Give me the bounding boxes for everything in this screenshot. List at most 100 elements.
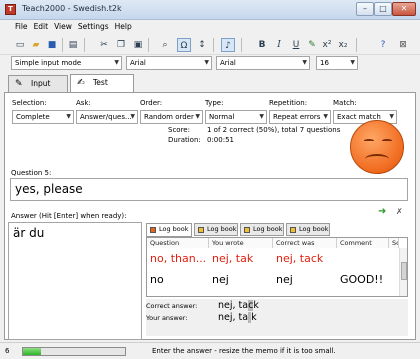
chevron-down-icon: ▼	[350, 59, 355, 66]
font-size-value: 16	[320, 59, 329, 67]
face-right-eye	[382, 139, 392, 142]
logbook-color-square	[244, 227, 250, 233]
font-left-value: Arial	[130, 59, 146, 67]
tab-test[interactable]: ✍ Test	[70, 74, 134, 93]
correct-answer-label: Correct answer:	[146, 302, 198, 310]
title-bar: T Teach2000 - Swedish.t2k – □ ✕	[0, 0, 420, 20]
menu-file[interactable]: File	[12, 20, 31, 31]
highlight-icon[interactable]: ✎	[305, 38, 319, 52]
close-window-button[interactable]: ✕	[392, 2, 416, 16]
cut-icon[interactable]: ✂	[97, 38, 111, 52]
menu-view[interactable]: View	[51, 20, 75, 31]
row-correct-was: nej	[276, 273, 293, 286]
swap-icon[interactable]: Ω	[177, 38, 191, 52]
column-header-correct-was[interactable]: Correct was	[273, 238, 337, 248]
your-answer-prefix: nej, ta	[218, 312, 249, 323]
type-select[interactable]: Normal ▼	[205, 110, 267, 124]
ask-select[interactable]: Answer/ques... ▼	[76, 110, 138, 124]
your-answer-label: Your answer:	[146, 314, 188, 322]
font-left-select[interactable]: Arial ▼	[126, 56, 212, 70]
face-mouth	[365, 154, 389, 164]
find-icon[interactable]: ⌕	[158, 38, 172, 52]
bold-icon[interactable]: B	[255, 38, 269, 52]
order-select[interactable]: Random order ▼	[140, 110, 203, 124]
logbook-color-square	[150, 227, 156, 233]
toolbar-separator	[62, 38, 63, 52]
menu-settings[interactable]: Settings	[75, 20, 112, 31]
input-mode-select[interactable]: Simple input mode ▼	[11, 56, 122, 70]
chevron-down-icon: ▼	[130, 113, 135, 120]
window-title: Teach2000 - Swedish.t2k	[22, 4, 122, 13]
arrow-right-icon[interactable]: ➜	[378, 206, 386, 217]
score-value: 1 of 2 correct (50%), total 7 questions	[207, 126, 341, 134]
toolbar-separator	[213, 38, 214, 52]
clear-icon[interactable]: ✗	[396, 207, 403, 216]
main-tabs: ✎ Input ✍ Test	[0, 74, 420, 93]
chevron-down-icon: ▼	[204, 59, 209, 66]
selection-select[interactable]: Complete ▼	[12, 110, 74, 124]
edit-icon: ✎	[15, 79, 23, 89]
open-folder-icon[interactable]: ▰	[29, 38, 43, 52]
subscript-icon[interactable]: x₂	[336, 38, 350, 52]
app-name: Teach2000	[22, 4, 66, 13]
column-header-you-wrote[interactable]: You wrote	[209, 238, 273, 248]
print-icon[interactable]: ▤	[66, 38, 80, 52]
sort-icon[interactable]: ↕	[195, 38, 209, 52]
logbook-tab-label: Log book	[159, 225, 189, 233]
font-right-select[interactable]: Arial ▼	[216, 56, 310, 70]
chevron-down-icon: ▼	[323, 113, 328, 120]
your-answer-suffix: k	[251, 312, 257, 323]
column-header-question[interactable]: Question	[147, 238, 209, 248]
answer-text: är du	[13, 226, 45, 240]
toolbar-separator	[356, 38, 357, 52]
repetition-select[interactable]: Repeat errors ▼	[269, 110, 331, 124]
title-separator: -	[67, 4, 71, 13]
music-note-icon[interactable]: ♪	[221, 38, 235, 52]
logbook-tab-3[interactable]: Log book	[240, 223, 284, 236]
logbook-scrollbar[interactable]	[399, 248, 407, 296]
tab-input[interactable]: ✎ Input	[8, 75, 68, 92]
row-question: no, than...	[150, 252, 207, 265]
menu-bar: File Edit View Settings Help	[0, 20, 420, 34]
tab-input-label: Input	[31, 79, 51, 88]
underline-icon[interactable]: U	[289, 38, 303, 52]
scrollbar-thumb[interactable]	[401, 262, 407, 280]
your-answer-text: nej, ta k	[218, 312, 257, 323]
logbook-tab-label: Log book	[253, 225, 283, 233]
logbook-tabs: Log book Log book Log book Log book	[146, 223, 408, 237]
help-icon[interactable]: ?	[376, 38, 390, 52]
ask-value: Answer/ques...	[80, 113, 132, 121]
minimize-button[interactable]: –	[356, 2, 374, 16]
column-header-score[interactable]: Sc	[389, 238, 399, 248]
superscript-icon[interactable]: x²	[320, 38, 334, 52]
answer-input[interactable]: är du	[8, 222, 142, 340]
question-box: yes, please	[10, 178, 408, 201]
ask-label: Ask:	[76, 99, 91, 107]
close-icon[interactable]: ⊠	[396, 38, 410, 52]
maximize-button[interactable]: □	[374, 2, 392, 16]
toolbar-separator	[148, 38, 149, 52]
row-correct-was: nej, tack	[276, 252, 324, 265]
toolbar-separator	[84, 38, 85, 52]
correct-answer-prefix: nej, ta	[218, 300, 249, 311]
score-label: Score:	[168, 126, 190, 134]
duration-label: Duration:	[168, 136, 201, 144]
font-size-select[interactable]: 16 ▼	[316, 56, 358, 70]
logbook-tab-4[interactable]: Log book	[286, 223, 330, 236]
paste-icon[interactable]: ▣	[131, 38, 145, 52]
logbook-tab-2[interactable]: Log book	[194, 223, 238, 236]
menu-help[interactable]: Help	[112, 20, 135, 31]
italic-icon[interactable]: I	[272, 38, 286, 52]
status-count: 6	[5, 347, 10, 355]
duration-value: 0:00:51	[207, 136, 234, 144]
logbook-tab-1[interactable]: Log book	[146, 223, 192, 237]
correct-answer-suffix: k	[253, 300, 259, 311]
save-icon[interactable]: ■	[45, 38, 59, 52]
app-icon: T	[5, 4, 16, 15]
column-header-comment[interactable]: Comment	[337, 238, 389, 248]
order-value: Random order	[144, 113, 194, 121]
logbook-color-square	[290, 227, 296, 233]
new-file-icon[interactable]: ▭	[13, 38, 27, 52]
menu-edit[interactable]: Edit	[31, 20, 52, 31]
copy-icon[interactable]: ❐	[114, 38, 128, 52]
